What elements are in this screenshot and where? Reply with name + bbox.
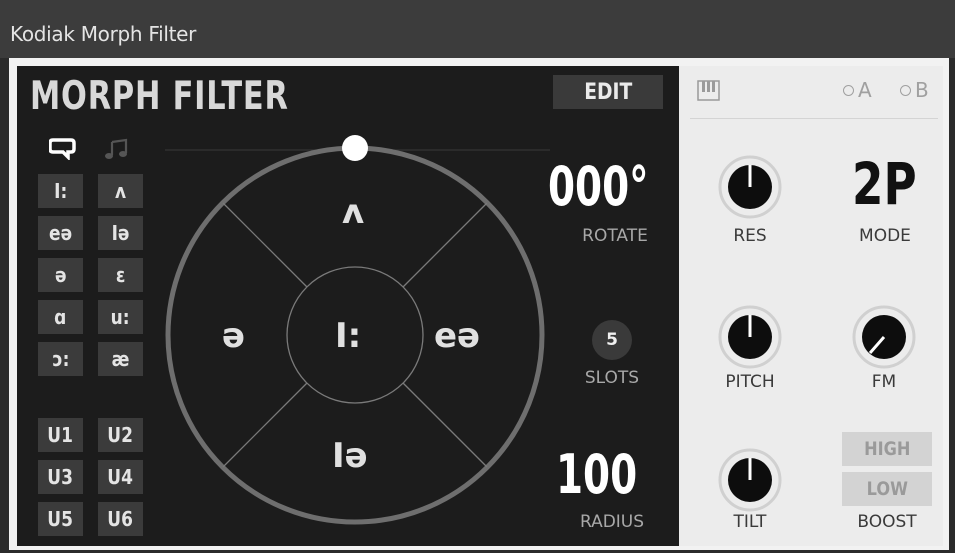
boost-high-button[interactable]: HIGH <box>842 432 932 466</box>
radio-a-icon <box>843 84 854 96</box>
morph-slot-top[interactable]: ʌ <box>342 192 364 232</box>
tilt-label: TILT <box>733 512 767 532</box>
slot-b-toggle[interactable]: B <box>900 78 929 102</box>
tilt-knob[interactable] <box>718 448 782 512</box>
user-slot-u1[interactable]: U1 <box>38 418 83 452</box>
pitch-label: PITCH <box>725 372 775 392</box>
res-knob[interactable] <box>718 155 782 219</box>
vowel-cell-u-long[interactable]: u: <box>98 300 143 334</box>
speech-bubble-icon[interactable] <box>49 136 77 160</box>
vowel-cell-i-schwa[interactable]: Iə <box>98 216 143 250</box>
res-label: RES <box>733 226 767 246</box>
vowel-cell-i-long[interactable]: I: <box>38 174 83 208</box>
vowel-cell-wedge[interactable]: ʌ <box>98 174 143 208</box>
fm-knob[interactable] <box>852 305 916 369</box>
boost-low-button[interactable]: LOW <box>842 472 932 506</box>
rotate-value[interactable]: 000° <box>548 160 649 214</box>
window-title: Kodiak Morph Filter <box>10 22 197 46</box>
piano-keys-icon[interactable] <box>697 80 721 102</box>
user-slot-u2[interactable]: U2 <box>98 418 143 452</box>
slot-a-toggle[interactable]: A <box>843 78 872 102</box>
mode-label: MODE <box>859 226 911 246</box>
music-note-icon[interactable] <box>104 137 130 161</box>
user-slot-u3[interactable]: U3 <box>38 460 83 494</box>
panel-title: MORPH FILTER <box>30 74 289 119</box>
vowel-cell-epsilon[interactable]: ɛ <box>98 258 143 292</box>
vowel-cell-ae[interactable]: æ <box>98 342 143 376</box>
mode-value[interactable]: 2P <box>852 155 917 213</box>
divider <box>690 118 938 119</box>
edit-button[interactable]: EDIT <box>553 75 663 109</box>
radius-label: RADIUS <box>579 512 645 532</box>
window-titlebar: Kodiak Morph Filter <box>0 0 955 58</box>
morph-slot-center[interactable]: I: <box>335 316 361 356</box>
radius-value[interactable]: 100 <box>556 448 637 502</box>
user-slot-u5[interactable]: U5 <box>38 502 83 536</box>
rotate-label: ROTATE <box>582 226 648 246</box>
morph-slot-left[interactable]: ə <box>222 316 245 356</box>
vowel-cell-schwa[interactable]: ə <box>38 258 83 292</box>
vowel-cell-open-o[interactable]: ɔ: <box>38 342 83 376</box>
slots-label: SLOTS <box>584 368 640 388</box>
user-slot-u6[interactable]: U6 <box>98 502 143 536</box>
rotate-handle[interactable] <box>342 135 368 161</box>
morph-slot-right[interactable]: eə <box>434 316 480 356</box>
pitch-knob[interactable] <box>718 305 782 369</box>
vowel-cell-e-schwa[interactable]: eə <box>38 216 83 250</box>
slots-value[interactable]: 5 <box>592 320 632 360</box>
vowel-cell-alpha[interactable]: ɑ <box>38 300 83 334</box>
fm-label: FM <box>871 372 897 392</box>
radio-b-icon <box>900 84 911 96</box>
boost-label: BOOST <box>857 512 917 532</box>
morph-slot-bottom[interactable]: Iə <box>332 436 368 476</box>
user-slot-u4[interactable]: U4 <box>98 460 143 494</box>
